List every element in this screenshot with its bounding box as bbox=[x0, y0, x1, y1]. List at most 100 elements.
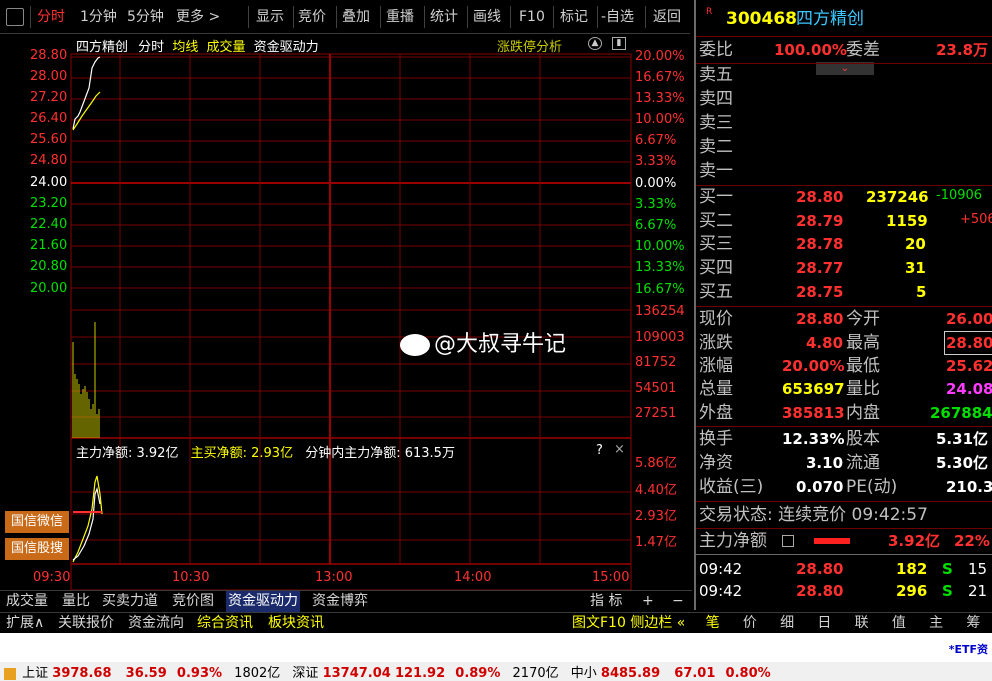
mark-button[interactable]: 标记 bbox=[560, 5, 588, 29]
shares-value: 5.31亿 bbox=[936, 430, 989, 448]
pct-tick: 0.00% bbox=[635, 176, 677, 191]
tab-buy-sell-force[interactable]: 买卖力道 bbox=[102, 591, 158, 612]
pct-tick: 20.00% bbox=[635, 49, 685, 64]
price-tick: 26.40 bbox=[30, 111, 68, 126]
turnover-label: 换手 bbox=[699, 429, 733, 449]
guoxin-search-button[interactable]: 国信股搜 bbox=[5, 538, 69, 560]
tick-volume: 182 bbox=[896, 560, 928, 578]
fund-tick: 4.40亿 bbox=[635, 483, 677, 498]
pct-tick: 10.00% bbox=[635, 239, 685, 254]
open-value: 26.00 bbox=[946, 310, 992, 328]
tab-volume[interactable]: 成交量 bbox=[6, 591, 48, 612]
back-button[interactable]: 返回 bbox=[653, 5, 681, 29]
sell2-label: 卖二 bbox=[699, 137, 733, 157]
sh-name[interactable]: 上证 bbox=[22, 666, 48, 681]
time-tick: 13:00 bbox=[315, 570, 353, 585]
buy2-label: 买二 bbox=[699, 211, 733, 231]
maximize-icon[interactable]: ▮ bbox=[612, 37, 626, 50]
tab-linked[interactable]: 联 bbox=[843, 613, 880, 633]
tab-chips[interactable]: 筹 bbox=[955, 613, 992, 633]
tab-5min[interactable]: 5分钟 bbox=[127, 5, 164, 29]
net-asset-label: 净资 bbox=[699, 453, 733, 473]
indicator-tabs: 成交量 量比 买卖力道 竞价图 资金驱动力 资金博弈 指 标 + − bbox=[0, 590, 692, 612]
limit-analysis-button[interactable]: 涨跌停分析 bbox=[497, 36, 562, 55]
add-button[interactable]: + bbox=[642, 591, 654, 612]
change-label: 涨跌 bbox=[699, 333, 733, 353]
r-badge: R bbox=[706, 7, 713, 17]
zx-name[interactable]: 中小 bbox=[571, 666, 597, 681]
draw-button[interactable]: 画线 bbox=[473, 5, 501, 29]
volume-value: 653697 bbox=[782, 380, 845, 398]
vol-ratio-value: 24.08 bbox=[946, 380, 992, 398]
price-tick: 21.60 bbox=[30, 238, 68, 253]
time-tick: 09:30 bbox=[33, 570, 71, 585]
f10-button[interactable]: F10 bbox=[519, 5, 545, 29]
list-icon[interactable] bbox=[782, 535, 794, 547]
tab-daily[interactable]: 日 bbox=[806, 613, 843, 633]
tab-more[interactable]: 更多 > bbox=[176, 5, 220, 29]
tab-fund-drive[interactable]: 资金驱动力 bbox=[226, 591, 300, 612]
avg-line-label[interactable]: 均线 bbox=[172, 40, 198, 55]
price-tick: 20.80 bbox=[30, 259, 68, 274]
tab-value[interactable]: 值 bbox=[880, 613, 917, 633]
stock-name-label: 四方精创 bbox=[76, 40, 129, 55]
intraday-chart[interactable]: 四方精创 分时 均线 成交量 资金驱动力 涨跌停分析 ▲ ▮ 28.80 28.… bbox=[0, 34, 692, 590]
quote-panel: R 300468 四方精创 委比 100.00% 委差 23.8万 ⌄ 卖五 卖… bbox=[694, 0, 992, 610]
price-value: 28.80 bbox=[796, 310, 844, 328]
overlay-button[interactable]: 叠加 bbox=[342, 5, 370, 29]
tab-related-quote[interactable]: 关联报价 bbox=[58, 613, 114, 634]
etf-ticker[interactable]: *ETF资 bbox=[949, 641, 988, 657]
fund-tick: 5.86亿 bbox=[635, 456, 677, 471]
pct-tick: 13.33% bbox=[635, 91, 685, 106]
tab-price[interactable]: 价 bbox=[731, 613, 768, 633]
tab-intraday[interactable]: 分时 bbox=[37, 5, 65, 29]
close-icon[interactable]: × bbox=[614, 442, 625, 457]
sz-name[interactable]: 深证 bbox=[292, 666, 318, 681]
tab-extend[interactable]: 扩展∧ bbox=[6, 613, 44, 634]
tab-news[interactable]: 综合资讯 bbox=[197, 613, 253, 634]
tick-side: S bbox=[942, 560, 953, 578]
volume-label: 总量 bbox=[699, 379, 733, 399]
detail-tabs: 笔 价 细 日 联 值 主 筹 bbox=[694, 612, 992, 633]
tab-fund-flow[interactable]: 资金流向 bbox=[128, 613, 184, 634]
auction-button[interactable]: 竞价 bbox=[298, 5, 326, 29]
price-tick: 27.20 bbox=[30, 90, 68, 105]
tab-trades[interactable]: 笔 bbox=[694, 613, 731, 633]
tab-auction-chart[interactable]: 竞价图 bbox=[172, 591, 214, 612]
indicator-button[interactable]: 指 标 bbox=[590, 591, 622, 612]
sidebar-toggle[interactable]: 图文F10 侧边栏 « bbox=[572, 613, 685, 634]
outer-value: 385813 bbox=[782, 404, 845, 422]
tick-price: 28.80 bbox=[796, 560, 844, 578]
buy3-price: 28.78 bbox=[796, 235, 844, 253]
display-button[interactable]: 显示 bbox=[256, 5, 284, 29]
sz-value: 13747.04 bbox=[322, 666, 391, 681]
tab-sector-news[interactable]: 板块资讯 bbox=[268, 613, 324, 634]
chart-toolbar: 分时 1分钟 5分钟 更多 > 显示 竞价 叠加 重播 统计 画线 F10 标记… bbox=[0, 0, 690, 34]
volume-label[interactable]: 成交量 bbox=[206, 40, 245, 55]
arrow-up-icon[interactable]: ▲ bbox=[588, 37, 602, 50]
buy1-price: 28.80 bbox=[796, 188, 844, 206]
tab-volume-ratio[interactable]: 量比 bbox=[62, 591, 90, 612]
time-tick: 14:00 bbox=[454, 570, 492, 585]
inner-value: 267884 bbox=[930, 404, 992, 422]
window-icon[interactable] bbox=[6, 8, 24, 26]
fund-drive-label[interactable]: 资金驱动力 bbox=[254, 40, 319, 55]
remove-button[interactable]: − bbox=[672, 591, 684, 612]
buy4-label: 买四 bbox=[699, 258, 733, 278]
tab-detail[interactable]: 细 bbox=[769, 613, 806, 633]
remove-watchlist-button[interactable]: -自选 bbox=[601, 5, 634, 29]
tab-fund-game[interactable]: 资金博弈 bbox=[312, 591, 368, 612]
replay-button[interactable]: 重播 bbox=[386, 5, 414, 29]
pct-tick: 16.67% bbox=[635, 70, 685, 85]
tab-1min[interactable]: 1分钟 bbox=[80, 5, 117, 29]
stats-button[interactable]: 统计 bbox=[430, 5, 458, 29]
market-icon[interactable] bbox=[4, 667, 16, 680]
price-tick: 24.80 bbox=[30, 153, 68, 168]
buy2-price: 28.79 bbox=[796, 212, 844, 230]
tab-main[interactable]: 主 bbox=[918, 613, 955, 633]
tick-time: 09:42 bbox=[699, 582, 743, 600]
help-icon[interactable]: ? bbox=[596, 443, 603, 458]
price-tick: 28.00 bbox=[30, 69, 68, 84]
low-label: 最低 bbox=[846, 356, 880, 376]
guoxin-wechat-button[interactable]: 国信微信 bbox=[5, 511, 69, 533]
